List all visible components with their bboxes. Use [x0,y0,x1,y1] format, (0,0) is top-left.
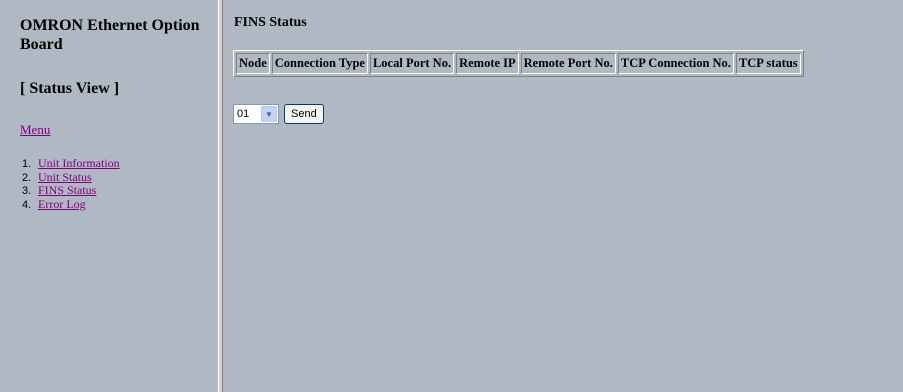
node-select-value: 01 [237,108,250,120]
menu-item-unit-status[interactable]: Unit Status [38,170,92,184]
menu-item-number: 2. [22,171,32,184]
column-header-connection-type: Connection Type [271,53,368,74]
menu-item: 4. Error Log [22,197,120,212]
brand-title: OMRON Ethernet Option Board [20,17,200,53]
menu-item: 1. Unit Information [22,156,120,171]
status-view-label: [ Status View ] [20,80,120,97]
fins-status-table: Node Connection Type Local Port No. Remo… [233,50,804,77]
left-frame: OMRON Ethernet Option Board [ Status Vie… [0,0,218,392]
column-header-local-port: Local Port No. [369,53,455,74]
page-title: FINS Status [234,15,307,30]
node-controls: 01 ▼ Send [233,104,324,124]
column-header-node: Node [236,53,270,74]
menu-item-unit-information[interactable]: Unit Information [38,156,120,170]
column-header-tcp-connection-no: TCP Connection No. [617,53,734,74]
menu-link[interactable]: Menu [20,122,50,138]
column-header-remote-port: Remote Port No. [520,53,616,74]
column-header-remote-ip: Remote IP [456,53,519,74]
chevron-down-icon[interactable]: ▼ [261,106,277,122]
menu-list: 1. Unit Information 2. Unit Status 3. FINS … [22,156,120,212]
send-button[interactable]: Send [284,104,324,124]
column-header-tcp-status: TCP status [735,53,801,74]
table-header-row: Node Connection Type Local Port No. Remo… [236,53,801,74]
right-frame: FINS Status Node Connection Type Local P… [223,0,903,392]
menu-item-number: 3. [22,185,32,197]
menu-item-number: 4. [22,198,32,211]
menu-item: 2. Unit Status [22,170,120,185]
menu-item-error-log[interactable]: Error Log [38,197,86,211]
menu-item-number: 1. [22,158,32,170]
node-select[interactable]: 01 ▼ [233,104,279,124]
menu-item: 3. FINS Status [22,183,120,198]
menu-item-fins-status[interactable]: FINS Status [38,183,96,197]
frameset: OMRON Ethernet Option Board [ Status Vie… [0,0,903,392]
